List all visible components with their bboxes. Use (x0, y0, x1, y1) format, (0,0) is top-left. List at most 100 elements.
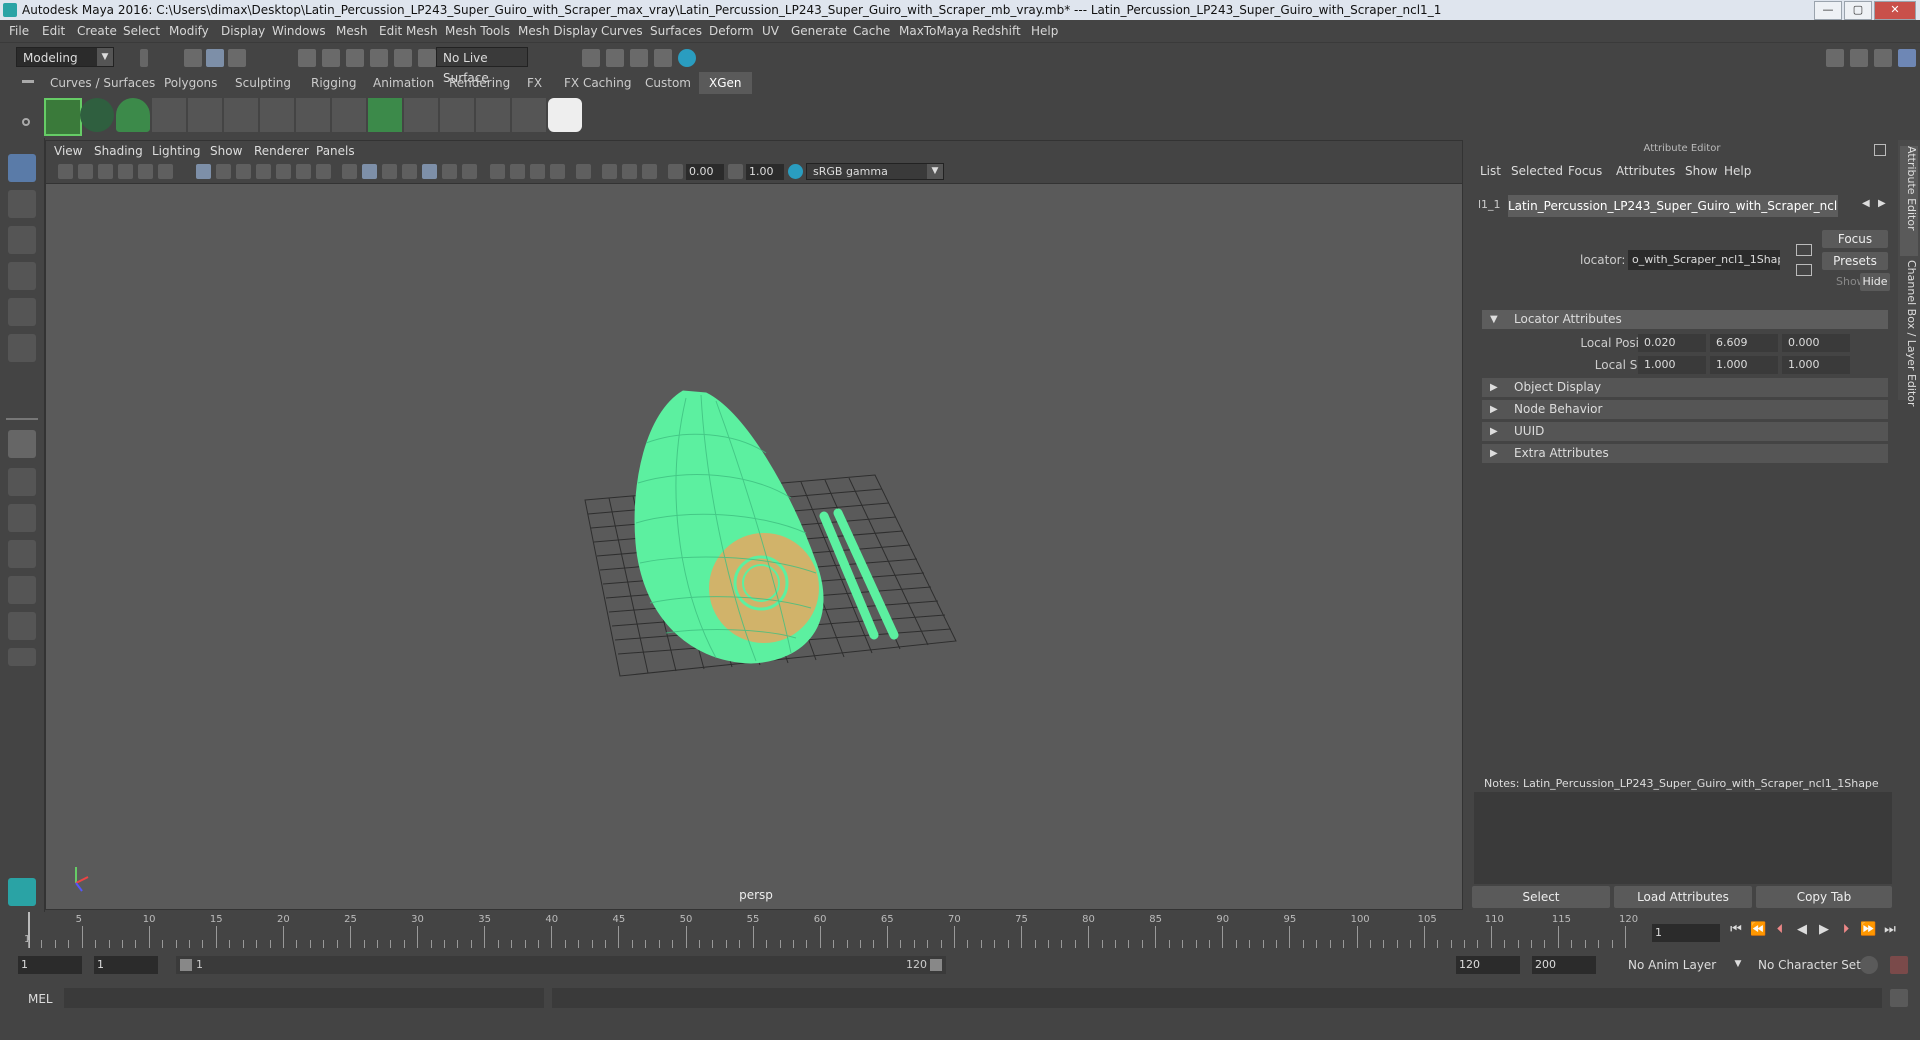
more-layouts-icon[interactable] (8, 648, 36, 666)
persp-outliner-layout-icon[interactable] (8, 504, 36, 532)
local-scale-x-field[interactable]: 1.000 (1638, 356, 1706, 374)
gate-mask-icon[interactable] (256, 164, 271, 179)
exposure-field[interactable]: 0.00 (686, 164, 724, 180)
menu-help[interactable]: Help (1031, 24, 1058, 38)
menu-uv[interactable]: UV (762, 24, 779, 38)
menu-surfaces[interactable]: Surfaces (650, 24, 702, 38)
grease-pencil-icon[interactable] (158, 164, 173, 179)
gamma-icon[interactable] (728, 164, 743, 179)
time-slider[interactable]: 1 51015202530354045505560657075808590951… (20, 912, 1652, 948)
four-view-layout-icon[interactable] (8, 468, 36, 496)
local-position-x-field[interactable]: 0.020 (1638, 334, 1706, 352)
textured-icon[interactable] (422, 164, 437, 179)
menu-cache[interactable]: Cache (853, 24, 890, 38)
xray-joints-icon[interactable] (642, 164, 657, 179)
menu-windows[interactable]: Windows (272, 24, 326, 38)
2d-pan-zoom-icon[interactable] (138, 164, 153, 179)
menu-edit-mesh[interactable]: Edit Mesh (379, 24, 438, 38)
rotate-tool-icon[interactable] (8, 298, 36, 326)
xgen-curves-icon[interactable] (332, 98, 366, 132)
menu-deform[interactable]: Deform (709, 24, 754, 38)
anti-aliasing-icon[interactable] (530, 164, 545, 179)
auto-key-icon[interactable] (1860, 956, 1878, 974)
animation-start-field[interactable]: 1 (18, 956, 82, 974)
bookmark-icon[interactable] (98, 164, 113, 179)
menu-edit[interactable]: Edit (42, 24, 65, 38)
channel-box-icon[interactable] (1898, 49, 1916, 67)
tab-fx-caching[interactable]: FX Caching (554, 72, 641, 94)
xgen-clumping-icon[interactable] (404, 98, 438, 132)
close-button[interactable]: ✕ (1874, 1, 1916, 20)
menu-display[interactable]: Display (221, 24, 265, 38)
range-start-handle[interactable] (180, 959, 192, 971)
use-all-lights-icon[interactable] (442, 164, 457, 179)
xgen-preview-icon[interactable] (80, 98, 114, 132)
ae-select-button[interactable]: Select (1472, 886, 1610, 908)
xgen-sculpt-guide-icon[interactable] (260, 98, 294, 132)
safe-action-icon[interactable] (296, 164, 311, 179)
go-to-end-icon[interactable]: ⏭ (1882, 922, 1898, 938)
render-view-icon[interactable] (582, 49, 600, 67)
xgen-noise-icon[interactable] (476, 98, 510, 132)
modeling-toolkit-icon[interactable] (1826, 49, 1844, 67)
section-extra-attributes[interactable]: ▶ Extra Attributes (1482, 444, 1888, 463)
persp-uv-layout-icon[interactable] (8, 612, 36, 640)
local-scale-y-field[interactable]: 1.000 (1710, 356, 1778, 374)
tab-rigging[interactable]: Rigging (301, 72, 366, 94)
range-slider[interactable]: 1 120 (176, 956, 946, 974)
locator-name-field[interactable]: o_with_Scraper_ncl1_1Shape (1628, 250, 1780, 270)
ae-menu-help[interactable]: Help (1724, 164, 1751, 178)
section-object-display[interactable]: ▶ Object Display (1482, 378, 1888, 397)
snap-point-icon[interactable] (346, 49, 364, 67)
xray-active-icon[interactable] (622, 164, 637, 179)
ae-node-tab[interactable]: Latin_Percussion_LP243_Super_Guiro_with_… (1508, 195, 1838, 217)
menu-curves[interactable]: Curves (601, 24, 643, 38)
render-current-icon[interactable] (606, 49, 624, 67)
tab-fx[interactable]: FX (517, 72, 552, 94)
color-space-dropdown[interactable]: sRGB gamma ▼ (806, 163, 944, 180)
safe-title-icon[interactable] (316, 164, 331, 179)
menu-modify[interactable]: Modify (169, 24, 209, 38)
select-hierarchy-icon[interactable] (184, 49, 202, 67)
command-language-label[interactable]: MEL (28, 992, 53, 1006)
tool-settings-icon[interactable] (1874, 49, 1892, 67)
playback-start-field[interactable]: 1 (94, 956, 158, 974)
select-tool-icon[interactable] (8, 154, 36, 182)
lasso-tool-icon[interactable] (8, 190, 36, 218)
tab-custom[interactable]: Custom (635, 72, 701, 94)
play-backwards-icon[interactable]: ◀ (1794, 922, 1810, 938)
film-gate-icon[interactable] (216, 164, 231, 179)
render-settings-icon[interactable] (654, 49, 672, 67)
menu-mesh[interactable]: Mesh (336, 24, 368, 38)
load-attributes-button[interactable]: Load Attributes (1614, 886, 1752, 908)
color-management-icon[interactable] (788, 164, 803, 179)
attribute-editor-toggle-icon[interactable] (1850, 49, 1868, 67)
section-node-behavior[interactable]: ▶ Node Behavior (1482, 400, 1888, 419)
select-object-icon[interactable] (206, 49, 224, 67)
scene-canvas[interactable]: persp (46, 183, 1462, 909)
focus-button[interactable]: Focus (1822, 230, 1888, 248)
ae-menu-focus[interactable]: Focus (1568, 164, 1602, 178)
ae-menu-list[interactable]: List (1480, 164, 1501, 178)
hypershade-layout-icon[interactable] (8, 576, 36, 604)
float-panel-icon[interactable] (1874, 144, 1886, 156)
gamma-field[interactable]: 1.00 (746, 164, 784, 180)
screen-space-ao-icon[interactable] (490, 164, 505, 179)
snap-grid-icon[interactable] (298, 49, 316, 67)
tab-sculpting[interactable]: Sculpting (225, 72, 301, 94)
local-position-z-field[interactable]: 0.000 (1782, 334, 1850, 352)
xgen-layers-icon[interactable] (368, 98, 402, 132)
xgen-select-guide-icon[interactable] (224, 98, 258, 132)
tab-channel-box[interactable]: Channel Box / Layer Editor (1900, 260, 1918, 407)
move-tool-icon[interactable] (8, 262, 36, 290)
copy-tab-button[interactable]: Copy Tab (1756, 886, 1892, 908)
wireframe-icon[interactable] (342, 164, 357, 179)
maximize-button[interactable]: ▢ (1844, 1, 1872, 20)
step-back-frame-icon[interactable]: ⏴ (1772, 922, 1788, 938)
default-material-icon[interactable] (382, 164, 397, 179)
camera-select-icon[interactable] (58, 164, 73, 179)
tab-xgen[interactable]: XGen (699, 72, 752, 94)
menu-mesh-display[interactable]: Mesh Display (518, 24, 598, 38)
anim-layer-dropdown[interactable]: No Anim Layer ▼ (1622, 955, 1746, 975)
depth-of-field-icon[interactable] (550, 164, 565, 179)
